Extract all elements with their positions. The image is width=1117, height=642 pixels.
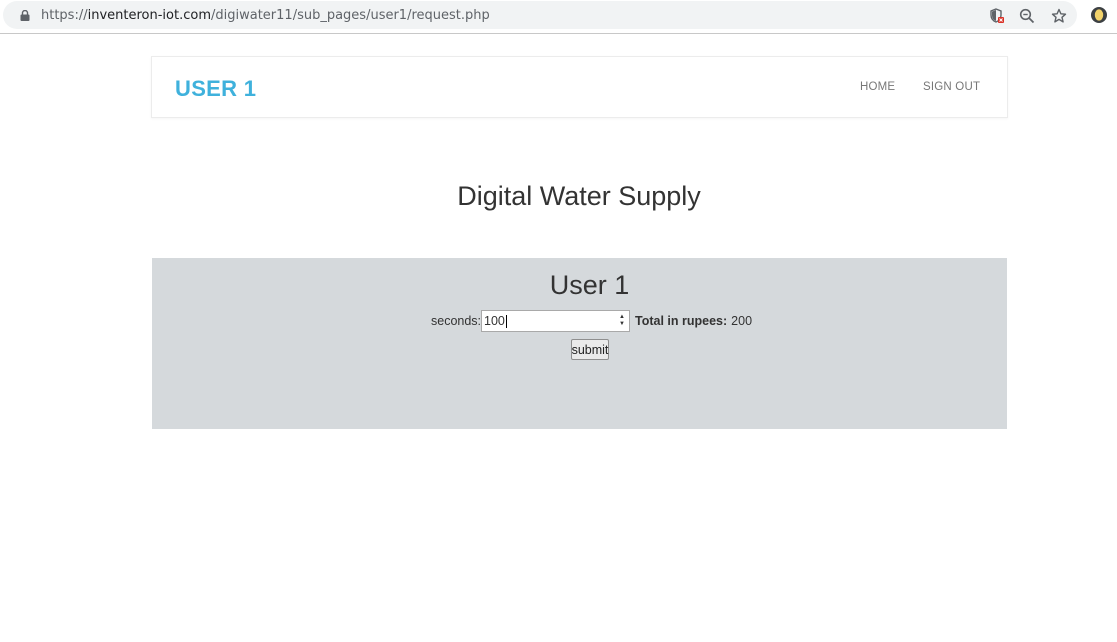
panel-heading: User 1 [549, 270, 630, 300]
spinner-up-icon[interactable]: ▲ [619, 314, 625, 321]
page-title: Digital Water Supply [457, 181, 701, 211]
url-host: inventeron-iot.com [87, 8, 211, 23]
shield-blocked-icon[interactable] [988, 7, 1006, 25]
brand-logo[interactable]: USER 1 [175, 76, 256, 102]
extension-icon[interactable] [1090, 6, 1108, 24]
submit-button[interactable]: submit [571, 339, 609, 360]
total-label: Total in rupees: [635, 314, 728, 328]
text-cursor [505, 314, 507, 328]
seconds-input-value: 100 [484, 314, 505, 328]
address-bar[interactable]: https://inventeron-iot.com/digiwater11/s… [3, 1, 1077, 29]
lock-icon[interactable] [20, 10, 30, 21]
number-spinner[interactable]: ▲ ▼ [617, 314, 627, 328]
url-text[interactable]: https://inventeron-iot.com/digiwater11/s… [41, 8, 490, 23]
nav-sign-out-link[interactable]: SIGN OUT [923, 81, 980, 93]
nav-home-link[interactable]: HOME [860, 81, 895, 93]
seconds-input[interactable]: 100 ▲ ▼ [481, 310, 631, 332]
seconds-label: seconds: [431, 314, 482, 328]
url-scheme: https:// [41, 8, 88, 23]
request-form-row: seconds: 100 ▲ ▼ Total in rupees: 200 [431, 310, 752, 332]
spinner-down-icon[interactable]: ▼ [619, 321, 625, 328]
star-icon[interactable] [1050, 7, 1068, 25]
browser-toolbar: https://inventeron-iot.com/digiwater11/s… [0, 0, 1117, 34]
zoom-icon[interactable] [1018, 7, 1036, 25]
total-value: 200 [731, 314, 753, 328]
url-path: /digiwater11/sub_pages/user1/request.php [211, 8, 490, 23]
request-panel: User 1 seconds: 100 ▲ ▼ Total in rupees:… [152, 258, 1007, 429]
navbar: USER 1 HOME SIGN OUT [151, 56, 1008, 118]
